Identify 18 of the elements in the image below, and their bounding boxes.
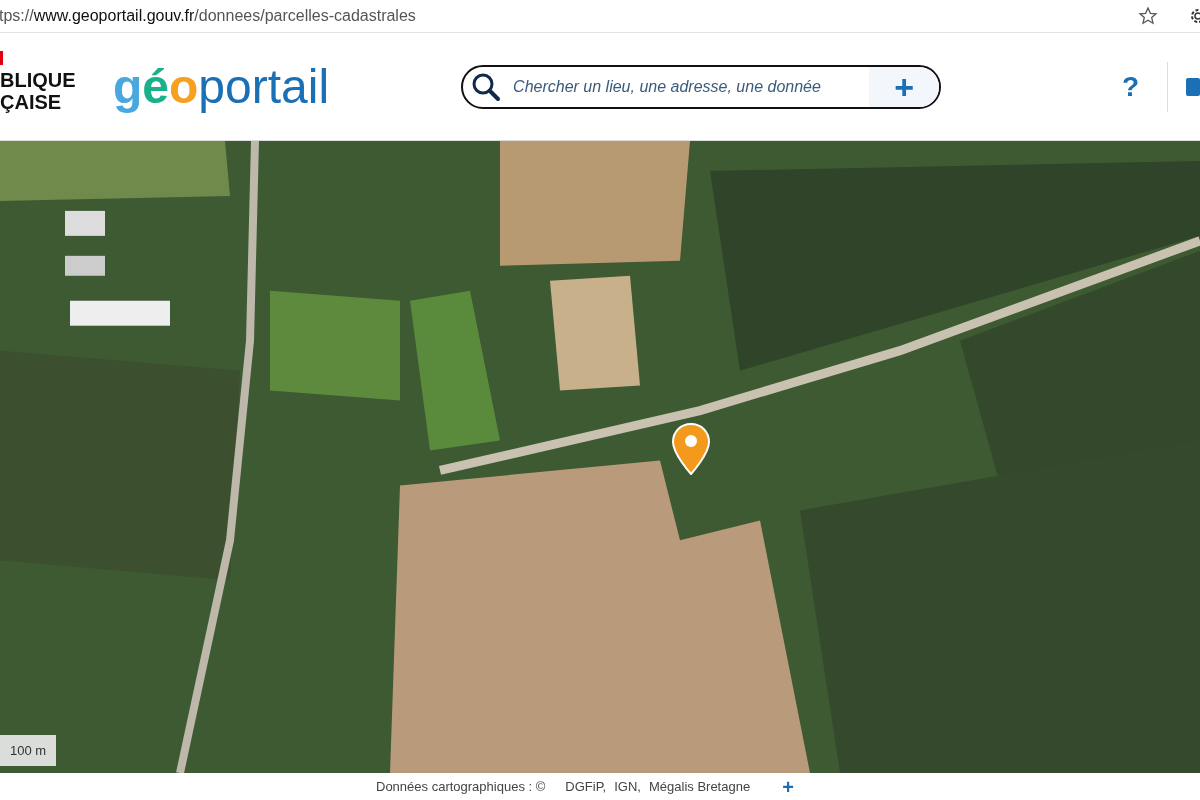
attribution-source: Mégalis Bretagne (648, 779, 751, 794)
star-icon[interactable] (1138, 6, 1158, 26)
attribution-label: Données cartographiques : © (376, 779, 546, 794)
republic-text: BLIQUE (0, 68, 77, 91)
republic-text: ÇAISE (0, 90, 62, 113)
help-button[interactable]: ? (1121, 70, 1139, 103)
search-icon (471, 71, 502, 102)
add-button[interactable]: + (869, 66, 940, 107)
map-marker-icon[interactable] (671, 423, 711, 475)
attribution-source: DGFiP, (565, 779, 607, 794)
geoportail-logo[interactable]: géoportail (113, 62, 330, 111)
search-field[interactable]: Chercher un lieu, une adresse, une donnée + (461, 64, 942, 109)
aerial-map-drawing[interactable] (0, 141, 1200, 773)
attribution-source: IGN, (614, 779, 641, 794)
expand-attribution-button[interactable]: + (780, 776, 796, 797)
scale-label: 100 m (0, 735, 57, 766)
url-text[interactable]: tps://www.geoportail.gouv.fr/donnees/parcelles-cadastrales (0, 7, 1138, 25)
flag-mark (0, 50, 3, 65)
